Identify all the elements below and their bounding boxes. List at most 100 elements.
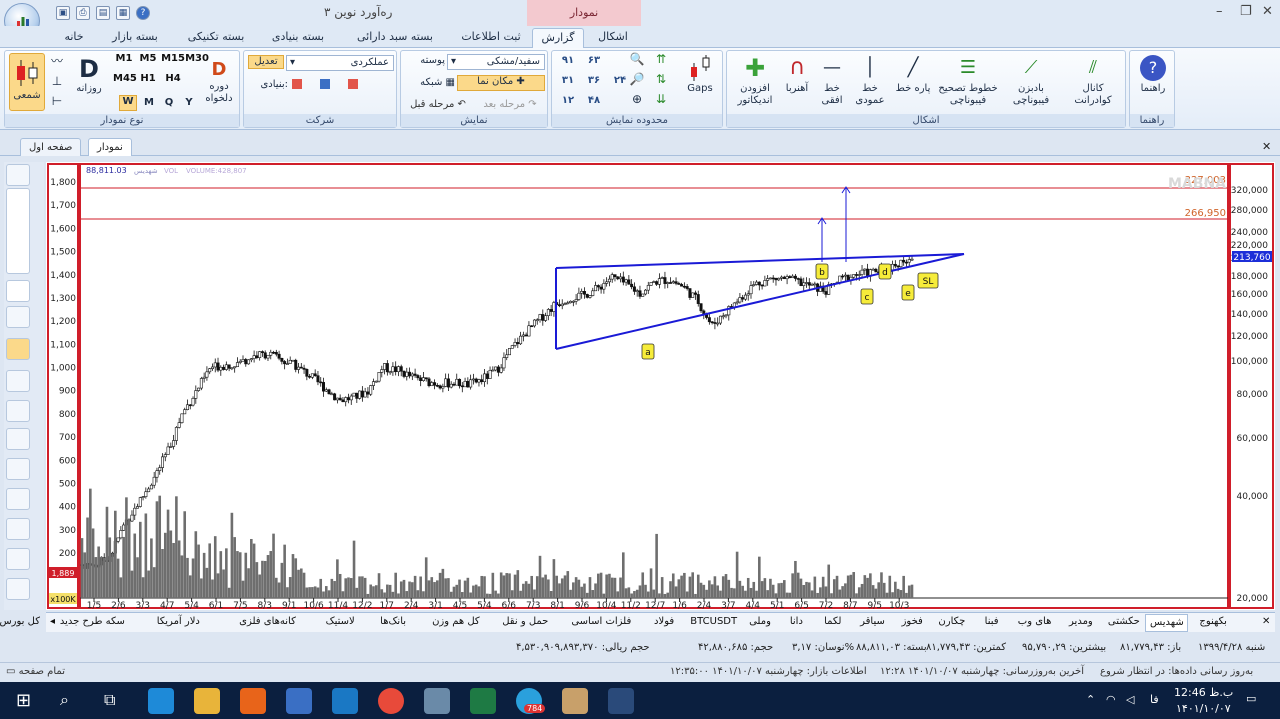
excel-icon[interactable] [470,688,496,714]
prev-step-button[interactable]: مرحله قبل ↶ [405,99,471,111]
minimize-button[interactable]: – [1216,4,1223,19]
stock-tab[interactable]: چکارن [930,616,973,627]
cursor-toggle[interactable]: مکان نما ✚ [457,75,545,91]
close-tabs-icon[interactable]: ✕ [1262,616,1270,627]
period-h4[interactable]: H4 [161,73,185,85]
fib-retracement-button[interactable]: ☰ خطوط تصحیح فیبوناچی [937,55,999,107]
stock-tab[interactable]: فلزات اساسی [560,616,643,627]
period-weekly[interactable]: W [119,95,137,111]
tool-7-icon[interactable] [6,488,30,510]
stock-tab[interactable]: سکه طرح جدید [48,616,137,627]
range-31[interactable]: ۳۱ [556,75,580,87]
ohlc-icon[interactable]: ⊢ [49,95,65,107]
notifications-icon[interactable]: ▭ [1246,692,1256,705]
zoom-slider[interactable] [6,188,30,274]
horizontal-line-button[interactable]: — خط افقی [817,55,847,107]
period-m1[interactable]: M1 [113,53,135,65]
scroll-right-icon[interactable]: ⇊ [652,93,670,105]
stock-tab[interactable]: فخوز [894,616,930,627]
zoom-out-icon[interactable]: 🔎 [628,73,646,85]
gaps-button[interactable]: Gaps [682,55,718,95]
tool-4-icon[interactable] [6,400,30,422]
export-icon[interactable]: ▦ [116,6,130,20]
adjust-button[interactable]: تعدیل [248,55,284,69]
tab-data-entry[interactable]: ثبت اطلاعات [455,28,527,48]
heart-icon[interactable] [6,548,30,570]
stock-tab[interactable]: فبنا [973,616,1009,627]
help-button[interactable]: ? راهنما [1134,55,1172,95]
segment-button[interactable]: ╱ پاره خط [891,55,935,95]
rahavard-icon[interactable] [424,688,450,714]
code-icon[interactable] [608,688,634,714]
fundamental-flag-icon[interactable] [292,79,302,89]
tool-8-icon[interactable] [6,518,30,540]
wifi-icon[interactable]: ◠ [1106,693,1116,706]
clock-date[interactable]: ۱۴۰۱/۱۰/۰۷ [1176,702,1231,715]
print-icon[interactable]: ⎙ [76,6,90,20]
scroll-left-icon[interactable]: ⇈ [652,53,670,65]
stock-tab[interactable]: کل بورس [0,616,48,627]
vertical-line-button[interactable]: │ خط عمودی [853,55,887,107]
period-m5[interactable]: M5 [137,53,159,65]
period-monthly[interactable]: M [141,97,157,109]
zoom-in-icon[interactable]: 🔍 [628,53,646,65]
search-icon[interactable]: ⌕ [60,690,69,710]
scroll-left-icon[interactable]: ◂ [50,616,55,627]
firefox-icon[interactable] [240,688,266,714]
candlestick-chart[interactable]: 1,800 1,700 1,600 1,500 1,400 1,300 1,200 1,100… [46,162,1275,610]
tab-home[interactable]: خانه [54,28,94,48]
windows-start-icon[interactable]: ⊞ [16,690,31,711]
range-36[interactable]: ۳۶ [582,75,606,87]
save-icon[interactable]: ▣ [56,6,70,20]
stock-tab[interactable]: وملی [742,616,778,627]
fib-fan-button[interactable]: ⟋ بادبزن فیبوناچی [1005,55,1057,107]
company-select[interactable]: عملکردی ▾ [286,55,394,71]
stock-tab[interactable]: سیاقر [851,616,894,627]
period-m45[interactable]: M45 [113,73,137,85]
stock-tab[interactable]: لکما [815,616,851,627]
skin-select[interactable]: سفید/مشکی ▾ [447,54,545,70]
tool-2-icon[interactable] [6,338,30,360]
zoom-reset-icon[interactable]: ⊕ [628,93,646,105]
bar-chart-icon[interactable]: ⊥ [49,75,65,87]
stock-tab[interactable]: BTCUSDT [686,616,742,627]
scroll-mid-icon[interactable]: ⇅ [652,73,670,85]
close-doc-icon[interactable]: ✕ [1262,140,1271,153]
stock-tab[interactable]: های وب [1010,616,1060,627]
stock-tab[interactable]: دلار آمریکا [137,616,220,627]
help-circle-icon[interactable]: ? [136,6,150,20]
restore-button[interactable]: ❐ [1240,4,1252,19]
custom-period-button[interactable]: D دوره دلخواه [201,59,237,105]
range-63[interactable]: ۶۳ [582,55,606,67]
doc-tab-chart[interactable]: نمودار [88,138,132,156]
period-yearly[interactable]: Y [181,97,197,109]
file-explorer-icon[interactable] [194,688,220,714]
tab-portfolio[interactable]: بسته سبد دارائی [340,28,450,48]
daily-button[interactable]: D روزانه [71,55,107,95]
period-h1[interactable]: H1 [137,73,159,85]
range-12[interactable]: ۱۲ [556,95,580,107]
stock-tab[interactable]: حمل و نقل [491,616,560,627]
grid-toggle[interactable]: شبکه ▦ [405,77,455,89]
fundamental-doc-icon[interactable] [348,79,358,89]
tool-5-icon[interactable] [6,428,30,450]
tab-fundamental[interactable]: بسته بنیادی [260,28,336,48]
stock-tab[interactable]: دانا [778,616,814,627]
tool-6-icon[interactable] [6,458,30,480]
stock-tab[interactable]: بانک‌ها [365,616,421,627]
volume-icon[interactable]: ◁ [1126,693,1134,706]
stock-tab[interactable]: لاستیک [315,616,365,627]
tab-report[interactable]: گزارش [532,28,584,48]
clock-time[interactable]: 12:46 ب.ظ [1174,686,1233,699]
paint-icon[interactable] [562,688,588,714]
fundamental-info-icon[interactable] [320,79,330,89]
language-indicator[interactable]: فا [1150,693,1159,706]
tool-1-icon[interactable] [6,306,30,328]
magnet-button[interactable]: ∩ آهنربا [779,55,815,95]
doc-tab-first-page[interactable]: صفحه اول [20,138,82,156]
line-chart-icon[interactable]: 〰 [49,55,65,67]
stock-tab[interactable]: حکشتی [1102,616,1145,627]
status-fullscreen[interactable]: ▭ تمام صفحه [6,666,65,677]
tab-market[interactable]: بسته بازار [100,28,170,48]
export-excel-icon[interactable] [6,578,30,600]
